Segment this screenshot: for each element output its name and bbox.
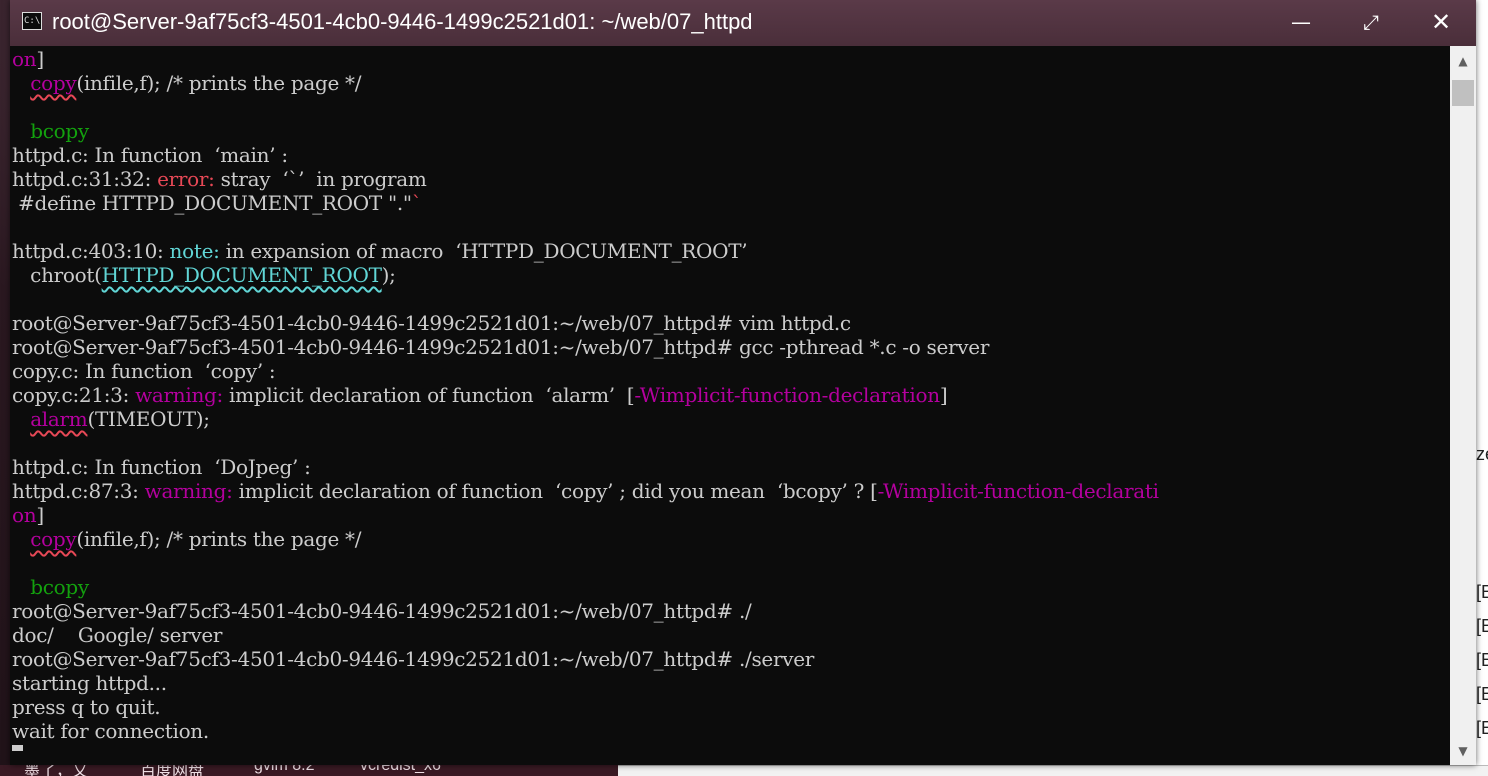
terminal-line: #define HTTPD_DOCUMENT_ROOT "."` xyxy=(12,191,422,215)
minimize-button[interactable]: — xyxy=(1266,0,1336,46)
background-window-bottom xyxy=(618,765,1488,776)
terminal-text: #define HTTPD_DOCUMENT_ROOT "." xyxy=(12,191,412,215)
edge-text: [E xyxy=(1476,718,1488,738)
terminal-line: copy.c: In function ‘copy’ : xyxy=(12,359,276,383)
terminal-line: wait for connection. xyxy=(12,719,209,743)
vertical-scrollbar[interactable]: ▲ ▼ xyxy=(1450,46,1476,765)
terminal-text: starting httpd... xyxy=(12,671,167,695)
terminal-line: httpd.c: In function ‘DoJpeg’ : xyxy=(12,455,311,479)
terminal-text: ); xyxy=(381,263,396,287)
terminal-line: bcopy xyxy=(12,119,89,143)
terminal-text: httpd.c: In function ‘DoJpeg’ : xyxy=(12,455,311,479)
terminal-text: warning: xyxy=(135,383,223,407)
terminal-text: (TIMEOUT); xyxy=(87,407,210,431)
scroll-up-icon[interactable]: ▲ xyxy=(1450,48,1476,74)
terminal-line: root@Server-9af75cf3-4501-4cb0-9446-1499… xyxy=(12,647,814,671)
desktop-icon-label[interactable]: 墨了，又 xyxy=(24,765,88,776)
terminal-text: on xyxy=(12,503,37,527)
title-bar[interactable]: C:\ root@Server-9af75cf3-4501-4cb0-9446-… xyxy=(10,0,1476,46)
edge-text: ze xyxy=(1476,444,1488,464)
terminal-text: copy.c:21:3: xyxy=(12,383,136,407)
close-button[interactable]: ✕ xyxy=(1406,0,1476,46)
terminal-text: -Wimplicit-function-declarati xyxy=(877,479,1159,503)
terminal-text: (infile,f); /* prints the page */ xyxy=(76,527,362,551)
desktop-icon-label[interactable]: vcredist_x6 xyxy=(360,765,441,775)
terminal-line: httpd.c: In function ‘main’ : xyxy=(12,143,288,167)
desktop-icon-label[interactable]: gvim 8.2 xyxy=(254,765,314,775)
terminal-text: warning: xyxy=(144,479,233,503)
terminal-text: -Wimplicit-function-declaration xyxy=(634,383,940,407)
scroll-thumb[interactable] xyxy=(1452,80,1474,106)
terminal-line: root@Server-9af75cf3-4501-4cb0-9446-1499… xyxy=(12,311,851,335)
terminal-text: httpd.c:87:3: xyxy=(12,479,145,503)
terminal-text: chroot( xyxy=(12,263,102,287)
maximize-button[interactable]: ⤢ xyxy=(1336,0,1406,46)
terminal-text: wait for connection. xyxy=(12,719,209,743)
terminal-line: copy.c:21:3: warning: implicit declarati… xyxy=(12,383,948,407)
terminal-line: on] xyxy=(12,47,44,71)
terminal-line: on] xyxy=(12,503,44,527)
terminal-line: bcopy xyxy=(12,575,89,599)
terminal-line: chroot(HTTPD_DOCUMENT_ROOT); xyxy=(12,263,396,287)
terminal-text: (infile,f); /* prints the page */ xyxy=(76,71,362,95)
terminal-text: root@Server-9af75cf3-4501-4cb0-9446-1499… xyxy=(12,311,851,335)
terminal-line: httpd.c:403:10: note: in expansion of ma… xyxy=(12,239,748,263)
terminal-text: httpd.c: In function ‘main’ : xyxy=(12,143,288,167)
terminal-text: on xyxy=(12,47,37,71)
terminal-line: httpd.c:87:3: warning: implicit declarat… xyxy=(12,479,1159,503)
terminal-text: root@Server-9af75cf3-4501-4cb0-9446-1499… xyxy=(12,599,752,623)
terminal-text: httpd.c:403:10: xyxy=(12,239,170,263)
edge-text: [E xyxy=(1476,616,1488,636)
terminal-text: press q to quit. xyxy=(12,695,161,719)
terminal-text: stray ‘`’ in program xyxy=(214,167,427,191)
terminal-text: root@Server-9af75cf3-4501-4cb0-9446-1499… xyxy=(12,647,814,671)
text-cursor xyxy=(12,745,23,751)
terminal-text: bcopy xyxy=(30,119,89,143)
terminal-window[interactable]: C:\ root@Server-9af75cf3-4501-4cb0-9446-… xyxy=(10,0,1476,765)
window-title: root@Server-9af75cf3-4501-4cb0-9446-1499… xyxy=(52,9,753,34)
edge-text: [E xyxy=(1476,684,1488,704)
desktop-icon-label[interactable]: 百度网盘 xyxy=(140,765,204,776)
scroll-down-icon[interactable]: ▼ xyxy=(1450,738,1476,764)
background-window-edge: ze [E [E [E [E [E xyxy=(1476,0,1488,776)
edge-text: [E xyxy=(1476,650,1488,670)
terminal-text: implicit declaration of function ‘alarm’ xyxy=(223,383,627,407)
terminal-text: ] xyxy=(939,383,948,407)
terminal-text: note: xyxy=(169,239,220,263)
terminal-line: copy(infile,f); /* prints the page */ xyxy=(12,527,361,551)
terminal-line: copy(infile,f); /* prints the page */ xyxy=(12,71,361,95)
terminal-output[interactable]: on] copy(infile,f); /* prints the page *… xyxy=(10,46,1450,765)
terminal-line: press q to quit. xyxy=(12,695,161,719)
terminal-text: bcopy xyxy=(30,575,89,599)
terminal-text: copy xyxy=(30,71,77,95)
terminal-text: root@Server-9af75cf3-4501-4cb0-9446-1499… xyxy=(12,335,990,359)
terminal-text: implicit declaration of function ‘copy’ … xyxy=(232,479,878,503)
terminal-text: ] xyxy=(36,47,44,71)
terminal-text: ` xyxy=(411,191,422,215)
terminal-text: alarm xyxy=(30,407,88,431)
terminal-text: copy.c: In function ‘copy’ : xyxy=(12,359,276,383)
terminal-line: alarm(TIMEOUT); xyxy=(12,407,210,431)
terminal-text: in expansion of macro ‘HTTPD_DOCUMENT_RO… xyxy=(219,239,748,263)
terminal-text: copy xyxy=(30,527,77,551)
terminal-text: error: xyxy=(157,167,215,191)
desktop-icon-strip: 墨了，又 百度网盘 gvim 8.2 vcredist_x6 xyxy=(0,765,1488,776)
edge-text: [E xyxy=(1476,582,1488,602)
terminal-text: ] xyxy=(36,503,44,527)
terminal-line: root@Server-9af75cf3-4501-4cb0-9446-1499… xyxy=(12,599,752,623)
terminal-line: starting httpd... xyxy=(12,671,167,695)
terminal-line: root@Server-9af75cf3-4501-4cb0-9446-1499… xyxy=(12,335,989,359)
terminal-line: httpd.c:31:32: error: stray ‘`’ in progr… xyxy=(12,167,427,191)
terminal-text: httpd.c:31:32: xyxy=(12,167,158,191)
terminal-text: HTTPD_DOCUMENT_ROOT xyxy=(101,263,382,287)
terminal-text: doc/ Google/ server xyxy=(12,623,223,647)
console-icon[interactable]: C:\ xyxy=(22,12,42,30)
terminal-line: doc/ Google/ server xyxy=(12,623,222,647)
